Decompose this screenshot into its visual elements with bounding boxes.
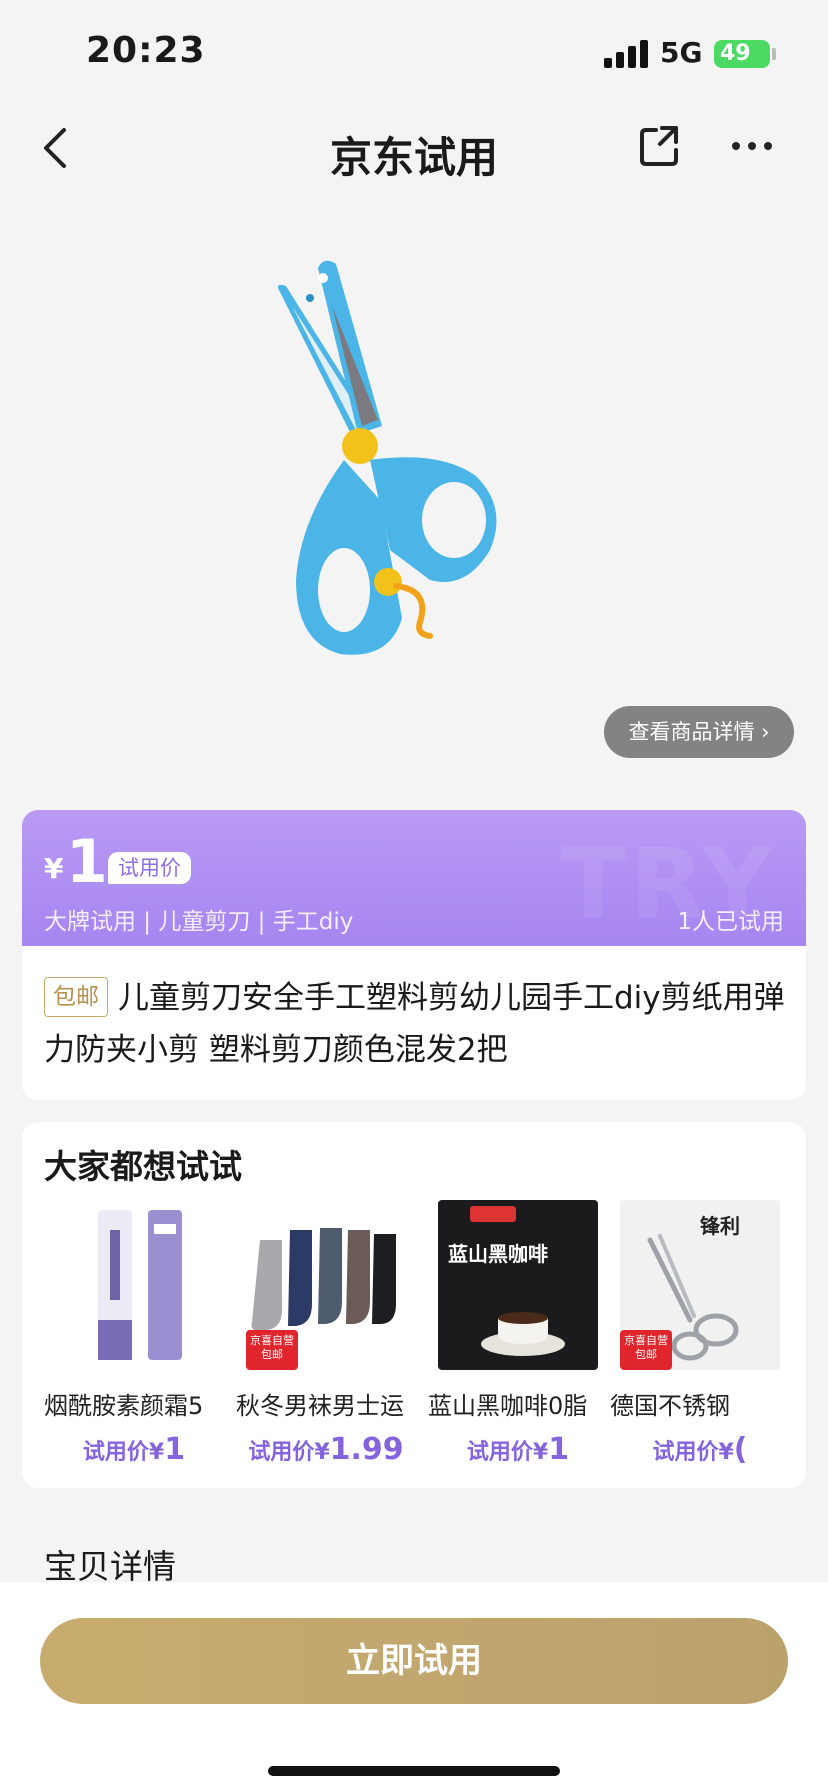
network-type: 5G [660, 36, 703, 69]
price-label: 试用价¥ [466, 1440, 549, 1465]
product-image[interactable] [0, 220, 828, 780]
status-bar: 20:23 5G 49 [0, 0, 828, 100]
product-title-card: 包邮 儿童剪刀安全手工塑料剪幼儿园手工diy剪纸用弹力防夹小剪 塑料剪刀颜色混发2… [22, 946, 806, 1100]
battery-tip [772, 48, 776, 60]
promo-label: 京喜自营 包邮 [246, 1330, 298, 1370]
product-title: 包邮 儿童剪刀安全手工塑料剪幼儿园手工diy剪纸用弹力防夹小剪 塑料剪刀颜色混发2… [44, 972, 788, 1076]
recommend-item[interactable]: 蓝山黑咖啡 蓝山黑咖啡0脂 试用价¥1 [428, 1200, 608, 1480]
price-number: 1.99 [329, 1432, 404, 1467]
price-value: 1 [66, 827, 108, 897]
socks-product-image: 京喜自营 包邮 [246, 1200, 406, 1370]
share-icon[interactable] [636, 122, 684, 170]
price-number: 1 [164, 1432, 186, 1467]
battery-icon: 49 [714, 40, 770, 68]
recommend-section: 大家都想试试 烟酰胺素颜霜5 试用价¥1 京喜自营 包邮 秋冬男袜男士运 试用价… [22, 1122, 806, 1488]
product-title-text: 儿童剪刀安全手工塑料剪幼儿园手工diy剪纸用弹力防夹小剪 塑料剪刀颜色混发2把 [44, 980, 785, 1068]
recommend-item-name: 秋冬男袜男士运 [236, 1392, 404, 1420]
more-icon[interactable] [728, 122, 776, 170]
price-label: 试用价¥ [82, 1440, 165, 1465]
coffee-box-text: 蓝山黑咖啡 [448, 1242, 548, 1266]
view-details-label: 查看商品详情 [628, 720, 755, 744]
chevron-right-icon: › [761, 720, 770, 744]
recommend-title: 大家都想试试 [44, 1147, 242, 1186]
try-now-button[interactable]: 立即试用 [40, 1618, 788, 1704]
view-details-button[interactable]: 查看商品详情 › [604, 706, 794, 758]
price-tag: 试用价 [108, 852, 191, 884]
price-number: 1 [548, 1432, 570, 1467]
product-tags: 大牌试用 | 儿童剪刀 | 手工diy [44, 909, 354, 935]
home-indicator [268, 1766, 560, 1776]
cream-product-image [98, 1210, 182, 1360]
recommend-item[interactable]: 烟酰胺素颜霜5 试用价¥1 [44, 1200, 224, 1480]
page-title: 京东试用 [329, 133, 498, 182]
recommend-item[interactable]: 京喜自营 包邮 秋冬男袜男士运 试用价¥1.99 [236, 1200, 416, 1480]
nav-bar: 京东试用 [0, 100, 828, 196]
scissors-image [278, 260, 497, 655]
price-currency: ¥ [44, 852, 64, 885]
recommend-item[interactable]: 锋利 京喜自营 包邮 德国不锈钢 试用价¥( [610, 1200, 790, 1480]
price-number: ( [733, 1432, 748, 1467]
signal-icon [604, 40, 648, 68]
price-banner: TRY ¥ 1 试用价 大牌试用 | 儿童剪刀 | 手工diy 1人已试用 [22, 810, 806, 948]
recommend-item-price: 试用价¥1.99 [236, 1432, 416, 1467]
free-shipping-badge: 包邮 [44, 977, 108, 1017]
promo-label: 京喜自营 包邮 [620, 1330, 672, 1370]
status-time: 20:23 [86, 30, 206, 71]
recommend-item-name: 烟酰胺素颜霜5 [44, 1392, 204, 1420]
steel-scissors-image: 锋利 京喜自营 包邮 [620, 1200, 780, 1370]
price-label: 试用价¥ [652, 1440, 734, 1465]
recommend-item-price: 试用价¥1 [44, 1432, 224, 1467]
coffee-product-image: 蓝山黑咖啡 [438, 1200, 598, 1370]
bottom-bar: 立即试用 [0, 1582, 828, 1792]
details-title: 宝贝详情 [44, 1547, 176, 1586]
recommend-list[interactable]: 烟酰胺素颜霜5 试用价¥1 京喜自营 包邮 秋冬男袜男士运 试用价¥1.99 蓝… [44, 1200, 806, 1480]
recommend-item-price: 试用价¥1 [428, 1432, 608, 1467]
recommend-item-name: 德国不锈钢 [610, 1392, 730, 1420]
price-label: 试用价¥ [248, 1440, 330, 1465]
tried-count: 1人已试用 [677, 909, 784, 935]
recommend-item-price: 试用价¥( [610, 1432, 790, 1467]
recommend-item-name: 蓝山黑咖啡0脂 [428, 1392, 588, 1420]
